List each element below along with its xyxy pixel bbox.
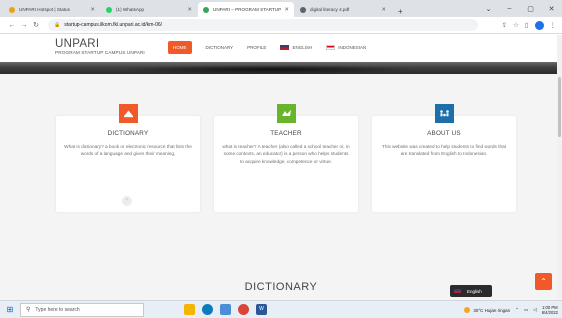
card-title: ABOUT US: [427, 130, 461, 137]
chrome-icon[interactable]: [238, 304, 249, 315]
nav-english[interactable]: ENGLISH: [280, 41, 312, 54]
window-controls: ⌄ – ▢ ✕: [478, 0, 562, 17]
toolbar-actions: ⇪ ☆ ▯ ⋮: [502, 20, 557, 30]
taskbar-apps: W: [184, 304, 267, 315]
main-content: DICTIONARY What is dictionary? a book or…: [0, 74, 562, 300]
card-description: This website was created to help student…: [381, 144, 507, 157]
taskbar: ⊞ ⚲ Type here to search W 30°C Hujan rin…: [0, 300, 562, 318]
tab-favicon-icon: [203, 6, 209, 13]
us-flag-icon: [280, 45, 290, 50]
close-tab-icon[interactable]: ✕: [187, 7, 192, 13]
carousel-dot-icon[interactable]: ⌃: [122, 196, 132, 206]
clock[interactable]: 1:00 PM 6/4/2022: [542, 305, 558, 316]
back-to-top-button[interactable]: ⌃: [535, 273, 552, 290]
tab-title: (1) WhatsApp: [116, 7, 145, 12]
weather-icon: [464, 307, 471, 313]
volume-icon[interactable]: ◁: [533, 307, 536, 313]
new-tab-button[interactable]: +: [392, 7, 409, 17]
indonesia-flag-icon: [326, 45, 336, 50]
scrollbar-thumb[interactable]: [558, 77, 561, 137]
browser-tab[interactable]: (1) WhatsApp ✕: [101, 2, 197, 17]
edge-icon[interactable]: [202, 304, 213, 315]
brand-subtitle: PROGRAM STARTUP CAMPUS UNPARI: [55, 50, 145, 55]
nav-indonesian[interactable]: INDONESIAN: [326, 41, 366, 54]
address-bar: ← → ↻ 🔒 startup-campus.ilkom.fkl.unpari.…: [0, 17, 562, 34]
back-icon[interactable]: ←: [6, 22, 18, 29]
people-icon: [434, 104, 454, 123]
word-icon[interactable]: W: [256, 304, 267, 315]
bookmark-star-icon[interactable]: ☆: [513, 21, 519, 29]
close-window-icon[interactable]: ✕: [541, 5, 562, 13]
side-panel-icon[interactable]: ▯: [525, 21, 529, 29]
browser-tab[interactable]: UNPARI Hotspot | Status ✕: [4, 2, 100, 17]
browser-tab-strip: UNPARI Hotspot | Status ✕ (1) WhatsApp ✕…: [0, 0, 562, 17]
nav-english-label: ENGLISH: [292, 45, 313, 50]
system-tray: 30°C Hujan ringan ⌃ ▭ ◁ 1:00 PM 6/4/2022: [464, 301, 562, 318]
taskbar-search-placeholder: Type here to search: [35, 306, 80, 313]
tray-chevron-icon[interactable]: ⌃: [515, 307, 519, 313]
teacher-card[interactable]: TEACHER what is teacher? A teacher (also…: [214, 104, 358, 212]
clock-date: 6/4/2022: [541, 310, 558, 315]
card-title: DICTIONARY: [107, 130, 149, 137]
nav-home[interactable]: HOME: [168, 41, 192, 54]
tab-favicon-icon: [300, 6, 306, 13]
store-icon[interactable]: [220, 304, 231, 315]
close-tab-icon[interactable]: ✕: [381, 7, 386, 13]
profile-avatar-icon[interactable]: [534, 20, 544, 30]
browser-tab-active[interactable]: UNPARI – PROGRAM STARTUP C ✕: [198, 2, 294, 17]
menu-icon[interactable]: ⋮: [550, 21, 557, 29]
card-description: What is dictionary? a book or electronic…: [64, 144, 192, 157]
nav-dictionary[interactable]: DICTIONARY: [206, 41, 234, 54]
tab-favicon-icon: [106, 6, 112, 13]
browser-tab[interactable]: digital literacy 4.pdf ✕: [295, 2, 391, 17]
tab-favicon-icon: [9, 6, 15, 13]
reload-icon[interactable]: ↻: [30, 21, 42, 29]
book-icon: [118, 104, 138, 123]
site-header: UNPARI PROGRAM STARTUP CAMPUS UNPARI HOM…: [0, 35, 562, 62]
weather-widget[interactable]: 30°C Hujan ringan: [464, 307, 510, 313]
nav-profile[interactable]: PROFILE: [247, 41, 266, 54]
minimize-icon[interactable]: –: [499, 5, 520, 12]
taskbar-search-input[interactable]: ⚲ Type here to search: [20, 302, 144, 317]
url-input[interactable]: 🔒 startup-campus.ilkom.fkl.unpari.ac.id/…: [48, 19, 478, 31]
lock-icon[interactable]: 🔒: [54, 22, 60, 28]
language-button-label: English: [467, 288, 482, 294]
us-flag-icon: [454, 289, 461, 293]
maximize-icon[interactable]: ▢: [520, 5, 541, 13]
hero-banner: [0, 62, 562, 74]
page-scrollbar[interactable]: [557, 35, 562, 300]
brand-name: UNPARI: [55, 38, 100, 50]
site-brand[interactable]: UNPARI PROGRAM STARTUP CAMPUS UNPARI: [55, 38, 145, 55]
forward-icon[interactable]: →: [18, 22, 30, 29]
windows-start-icon[interactable]: ⊞: [0, 301, 20, 318]
teacher-icon: [276, 104, 296, 123]
network-icon[interactable]: ▭: [524, 307, 528, 313]
close-tab-icon[interactable]: ✕: [90, 7, 95, 13]
about-us-card[interactable]: ABOUT US This website was created to hel…: [372, 104, 516, 212]
card-description: what is teacher? A teacher (also called …: [222, 144, 350, 164]
tab-title: digital literacy 4.pdf: [310, 7, 350, 12]
tab-title: UNPARI Hotspot | Status: [19, 7, 70, 12]
nav-indonesian-label: INDONESIAN: [338, 45, 367, 50]
tab-search-icon[interactable]: ⌄: [478, 5, 499, 13]
card-title: TEACHER: [270, 130, 302, 137]
tab-title: UNPARI – PROGRAM STARTUP C: [213, 7, 282, 12]
language-switch-button[interactable]: English: [450, 285, 492, 297]
weather-text: 30°C Hujan ringan: [473, 307, 511, 313]
main-nav: HOME DICTIONARY PROFILE ENGLISH INDONESI…: [168, 41, 380, 54]
url-text: startup-campus.ilkom.fkl.unpari.ac.id/km…: [64, 22, 163, 28]
share-icon[interactable]: ⇪: [502, 21, 507, 29]
close-tab-icon[interactable]: ✕: [284, 7, 289, 13]
search-icon: ⚲: [26, 307, 31, 313]
file-explorer-icon[interactable]: [184, 304, 195, 315]
